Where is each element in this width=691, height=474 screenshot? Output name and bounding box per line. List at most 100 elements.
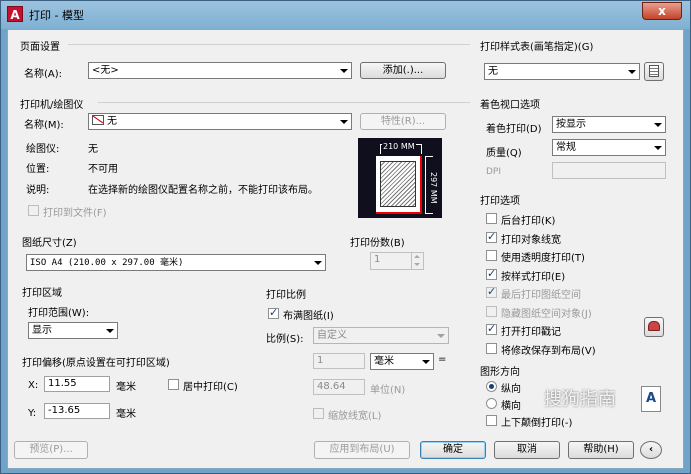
- help-button[interactable]: 帮助(H): [568, 441, 634, 459]
- shade-plot-label: 着色打印(D): [486, 124, 542, 135]
- offset-y-unit: 毫米: [116, 409, 136, 420]
- chevron-down-icon: [106, 329, 114, 333]
- plot-option-label: 按样式打印(E): [501, 271, 566, 283]
- unit-label: 单位(N): [370, 385, 406, 396]
- dialog-body: 页面设置 名称(A): <无> 添加(.)... 打印机/绘图仪 名称(M): …: [7, 29, 684, 469]
- shade-plot-select[interactable]: 按显示: [552, 116, 666, 133]
- plot-option-checkbox[interactable]: [486, 285, 497, 298]
- dpi-input[interactable]: [552, 162, 666, 179]
- style-table-value: 无: [488, 66, 498, 77]
- scale-unit-select[interactable]: 毫米: [370, 353, 434, 370]
- print-range-select[interactable]: 显示: [28, 322, 118, 339]
- plot-option-checkbox[interactable]: [486, 267, 497, 280]
- scale-title: 打印比例: [266, 290, 306, 301]
- quality-value: 常规: [556, 142, 576, 153]
- print-range-value: 显示: [32, 325, 52, 336]
- offset-y-input[interactable]: -13.65: [44, 403, 110, 419]
- plot-option-checkbox[interactable]: [486, 213, 497, 224]
- offset-x-unit: 毫米: [116, 382, 136, 393]
- table-edit-icon: [649, 65, 659, 77]
- printer-name-value: 无: [107, 116, 117, 127]
- plot-options-title: 打印选项: [480, 196, 520, 207]
- scale-num-input[interactable]: 1: [313, 353, 365, 369]
- spinner-arrows-icon[interactable]: [411, 253, 423, 269]
- watermark-text: 搜狗指南: [544, 389, 616, 410]
- quality-select[interactable]: 常规: [552, 139, 666, 156]
- description-label: 说明:: [26, 185, 50, 196]
- fit-to-paper-checkbox[interactable]: [268, 306, 279, 319]
- divider: [98, 102, 470, 103]
- plot-option-label: 打开打印戳记: [501, 327, 561, 338]
- upside-down-label: 上下颠倒打印(-): [501, 418, 573, 429]
- paper-size-select[interactable]: ISO A4 (210.00 x 297.00 毫米): [26, 254, 326, 271]
- chevron-down-icon: [422, 360, 430, 364]
- ok-button[interactable]: 确定: [420, 441, 486, 459]
- offset-y-label: Y:: [28, 408, 37, 419]
- chevron-down-icon: [654, 123, 662, 127]
- plot-option-label: 使用透明度打印(T): [501, 253, 585, 264]
- cancel-button[interactable]: 取消: [494, 441, 560, 459]
- close-button[interactable]: x: [642, 2, 682, 20]
- page-setup-name-select[interactable]: <无>: [88, 62, 352, 79]
- add-page-setup-button[interactable]: 添加(.)...: [360, 62, 446, 79]
- spin-up-icon[interactable]: [414, 255, 420, 258]
- chevron-left-icon: ‹: [648, 444, 654, 455]
- plot-stamp-settings-button[interactable]: [644, 317, 664, 337]
- chevron-down-icon: [437, 334, 445, 338]
- print-range-label: 打印范围(W):: [28, 308, 90, 319]
- autocad-logo-icon: A: [7, 6, 23, 22]
- plot-option-checkbox[interactable]: [486, 322, 497, 335]
- chevron-down-icon: [340, 120, 348, 124]
- edit-style-table-button[interactable]: [644, 62, 664, 81]
- copies-spinner[interactable]: 1: [370, 252, 424, 270]
- plot-option-checkbox[interactable]: [486, 342, 497, 354]
- printer-properties-button[interactable]: 特性(R)...: [360, 113, 446, 130]
- title-bar[interactable]: A 打印 - 模型 x: [1, 1, 690, 29]
- paper-size-value: ISO A4 (210.00 x 297.00 毫米): [30, 258, 184, 268]
- upside-down-checkbox[interactable]: [486, 415, 497, 426]
- print-to-file-checkbox[interactable]: [28, 205, 39, 216]
- print-to-file-label: 打印到文件(F): [43, 208, 107, 219]
- style-table-select[interactable]: 无: [484, 63, 640, 80]
- chevron-down-icon: [340, 69, 348, 73]
- chevron-down-icon: [314, 261, 322, 265]
- portrait-label: 纵向: [501, 384, 521, 395]
- collapse-options-button[interactable]: ‹: [640, 441, 662, 459]
- printer-name-select[interactable]: 无: [88, 113, 352, 130]
- spin-down-icon[interactable]: [414, 263, 420, 266]
- preview-button[interactable]: 预览(P)...: [14, 441, 88, 459]
- plot-option-checkbox[interactable]: [486, 230, 497, 243]
- location-label: 位置:: [26, 164, 50, 175]
- style-table-title: 打印样式表(画笔指定)(G): [480, 42, 594, 53]
- scale-lineweights-checkbox[interactable]: [313, 408, 324, 419]
- offset-x-input[interactable]: 11.55: [44, 376, 110, 392]
- shade-plot-value: 按显示: [556, 119, 586, 130]
- chevron-down-icon: [654, 146, 662, 150]
- location-value: 不可用: [88, 164, 118, 175]
- plot-option-label: 将修改保存到布局(V): [501, 345, 596, 357]
- portrait-radio[interactable]: [486, 381, 497, 392]
- orientation-title: 图形方向: [480, 367, 520, 378]
- scale-den-input[interactable]: 48.64: [313, 379, 365, 395]
- offset-x-label: X:: [28, 380, 39, 391]
- apply-to-layout-button[interactable]: 应用到布局(U): [314, 441, 410, 459]
- scale-unit-value: 毫米: [374, 356, 394, 367]
- scale-select[interactable]: 自定义: [313, 327, 449, 344]
- shaded-viewport-title: 着色视口选项: [480, 100, 540, 111]
- quality-label: 质量(Q): [486, 148, 522, 159]
- offset-title: 打印偏移(原点设置在可打印区域): [22, 358, 170, 369]
- landscape-label: 横向: [501, 401, 521, 412]
- page-setup-name-label: 名称(A):: [24, 69, 63, 80]
- plotter-disabled-icon: [92, 115, 104, 125]
- printer-name-label: 名称(M):: [24, 120, 64, 131]
- center-plot-checkbox[interactable]: [168, 379, 179, 390]
- portrait-orientation-icon: A: [641, 386, 661, 412]
- plot-option-checkbox[interactable]: [486, 250, 497, 261]
- center-plot-label: 居中打印(C): [183, 382, 238, 393]
- page-setup-name-value: <无>: [92, 65, 119, 76]
- plot-option-label: 隐藏图纸空间对象(J): [501, 308, 592, 320]
- landscape-radio[interactable]: [486, 398, 497, 409]
- copies-value: 1: [374, 254, 381, 265]
- printer-group-title: 打印机/绘图仪: [20, 100, 84, 111]
- plot-option-checkbox[interactable]: [486, 305, 497, 317]
